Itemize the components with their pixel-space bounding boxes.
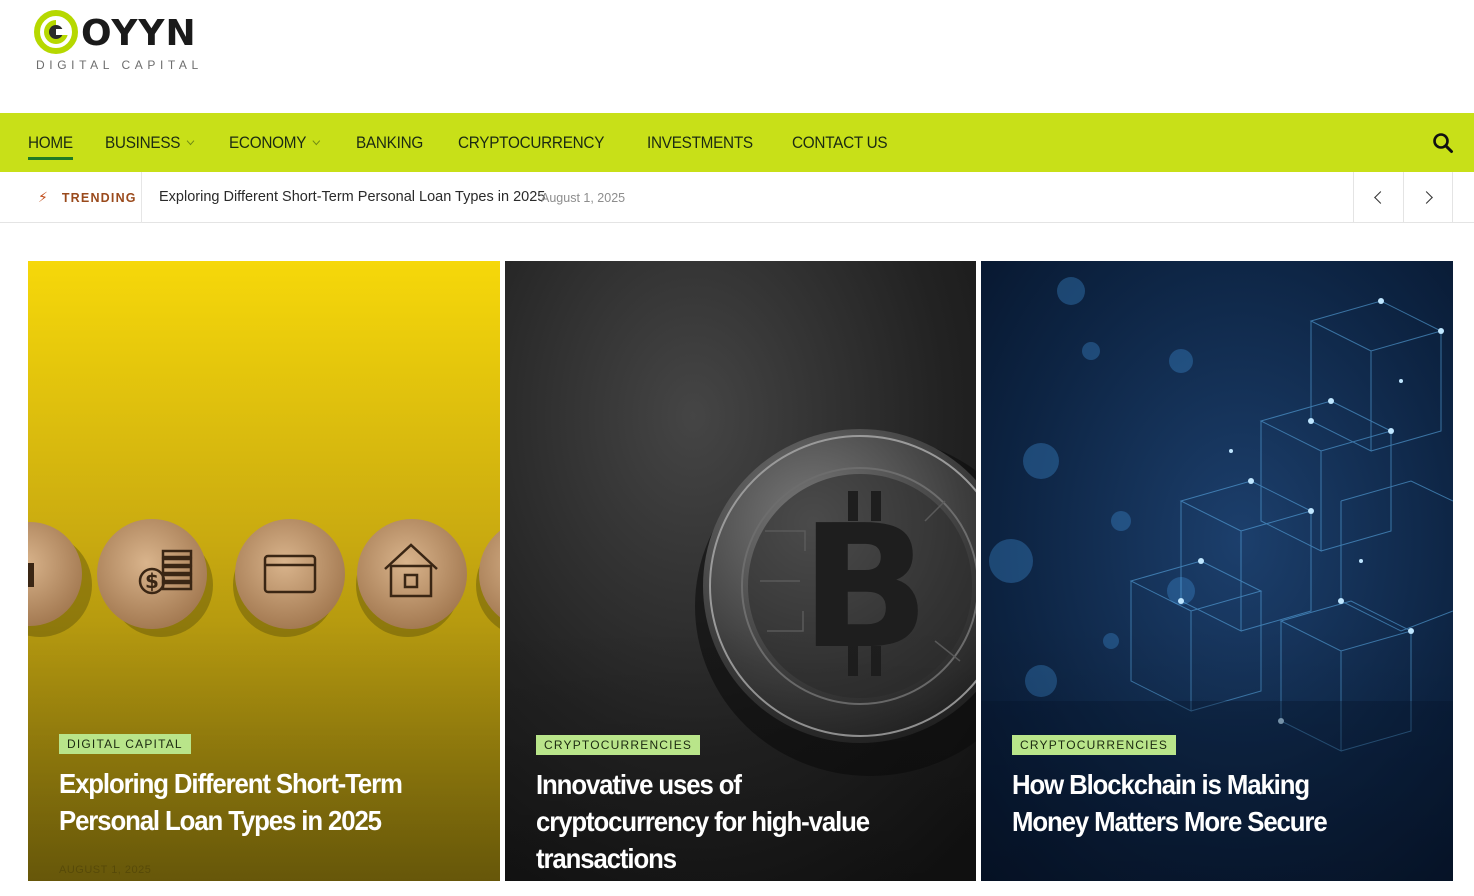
nav-item-cryptocurrency[interactable]: CRYPTOCURRENCY bbox=[458, 113, 604, 172]
trending-headline-link[interactable]: Exploring Different Short-Term Personal … bbox=[159, 189, 545, 205]
trending-label-text: TRENDING bbox=[61, 190, 137, 205]
card-date: AUGUST 1, 2025 bbox=[59, 864, 152, 876]
category-badge[interactable]: CRYPTOCURRENCIES bbox=[536, 735, 701, 755]
nav-item-label: CONTACT US bbox=[791, 132, 888, 152]
nav-item-label: HOME bbox=[28, 132, 73, 152]
featured-card[interactable]: B CRYPTOCURRENCIES Innovative uses of cr… bbox=[505, 261, 976, 881]
chevron-right-icon bbox=[1419, 191, 1433, 204]
featured-card[interactable]: CRYPTOCURRENCIES How Blockchain is Makin… bbox=[981, 261, 1453, 881]
brand-name: OYYN bbox=[81, 13, 197, 54]
nav-item-label: BANKING bbox=[356, 132, 424, 152]
nav-item-contact-us[interactable]: CONTACT US bbox=[791, 113, 888, 172]
trending-date: August 1, 2025 bbox=[541, 191, 626, 205]
main-nav: HOME BUSINESS ECONOMY BANKING CRYPTOCURR… bbox=[0, 113, 1474, 172]
nav-item-label: ECONOMY bbox=[229, 132, 307, 152]
trending-prev-button[interactable] bbox=[1353, 172, 1403, 223]
chevron-down-icon bbox=[186, 136, 194, 145]
chevron-down-icon bbox=[312, 136, 321, 145]
site-logo[interactable]: OYYN DIGITAL CAPITAL bbox=[34, 10, 214, 76]
card-title[interactable]: Innovative uses of cryptocurrency for hi… bbox=[536, 766, 913, 877]
nav-item-label: CRYPTOCURRENCY bbox=[457, 132, 604, 152]
featured-card[interactable]: $ DIGITAL CAPITAL Exploring Different Sh… bbox=[28, 261, 500, 881]
category-badge[interactable]: CRYPTOCURRENCIES bbox=[1012, 735, 1177, 755]
nav-item-economy[interactable]: ECONOMY bbox=[229, 113, 321, 172]
nav-item-investments[interactable]: INVESTMENTS bbox=[647, 113, 753, 172]
bolt-icon: ⚡︎ bbox=[38, 189, 48, 205]
logo-mark-icon bbox=[34, 10, 78, 54]
card-title[interactable]: Exploring Different Short-Term Personal … bbox=[59, 765, 436, 839]
nav-item-label: BUSINESS bbox=[104, 132, 181, 152]
category-badge[interactable]: DIGITAL CAPITAL bbox=[59, 734, 191, 754]
card-title[interactable]: How Blockchain is Making Money Matters M… bbox=[1012, 766, 1389, 840]
nav-item-business[interactable]: BUSINESS bbox=[104, 113, 194, 172]
svg-text:$: $ bbox=[145, 569, 159, 593]
trending-bar: ⚡︎ TRENDING Exploring Different Short-Te… bbox=[0, 172, 1474, 223]
trending-label: ⚡︎ TRENDING bbox=[38, 172, 142, 223]
trending-next-button[interactable] bbox=[1403, 172, 1453, 223]
search-icon[interactable] bbox=[1432, 132, 1454, 154]
nav-item-label: INVESTMENTS bbox=[646, 132, 753, 152]
brand-tagline: DIGITAL CAPITAL bbox=[36, 58, 203, 72]
nav-item-banking[interactable]: BANKING bbox=[356, 113, 423, 172]
nav-menu: HOME BUSINESS ECONOMY BANKING CRYPTOCURR… bbox=[28, 113, 924, 172]
nav-item-home[interactable]: HOME bbox=[28, 113, 73, 172]
chevron-left-icon bbox=[1374, 191, 1387, 204]
